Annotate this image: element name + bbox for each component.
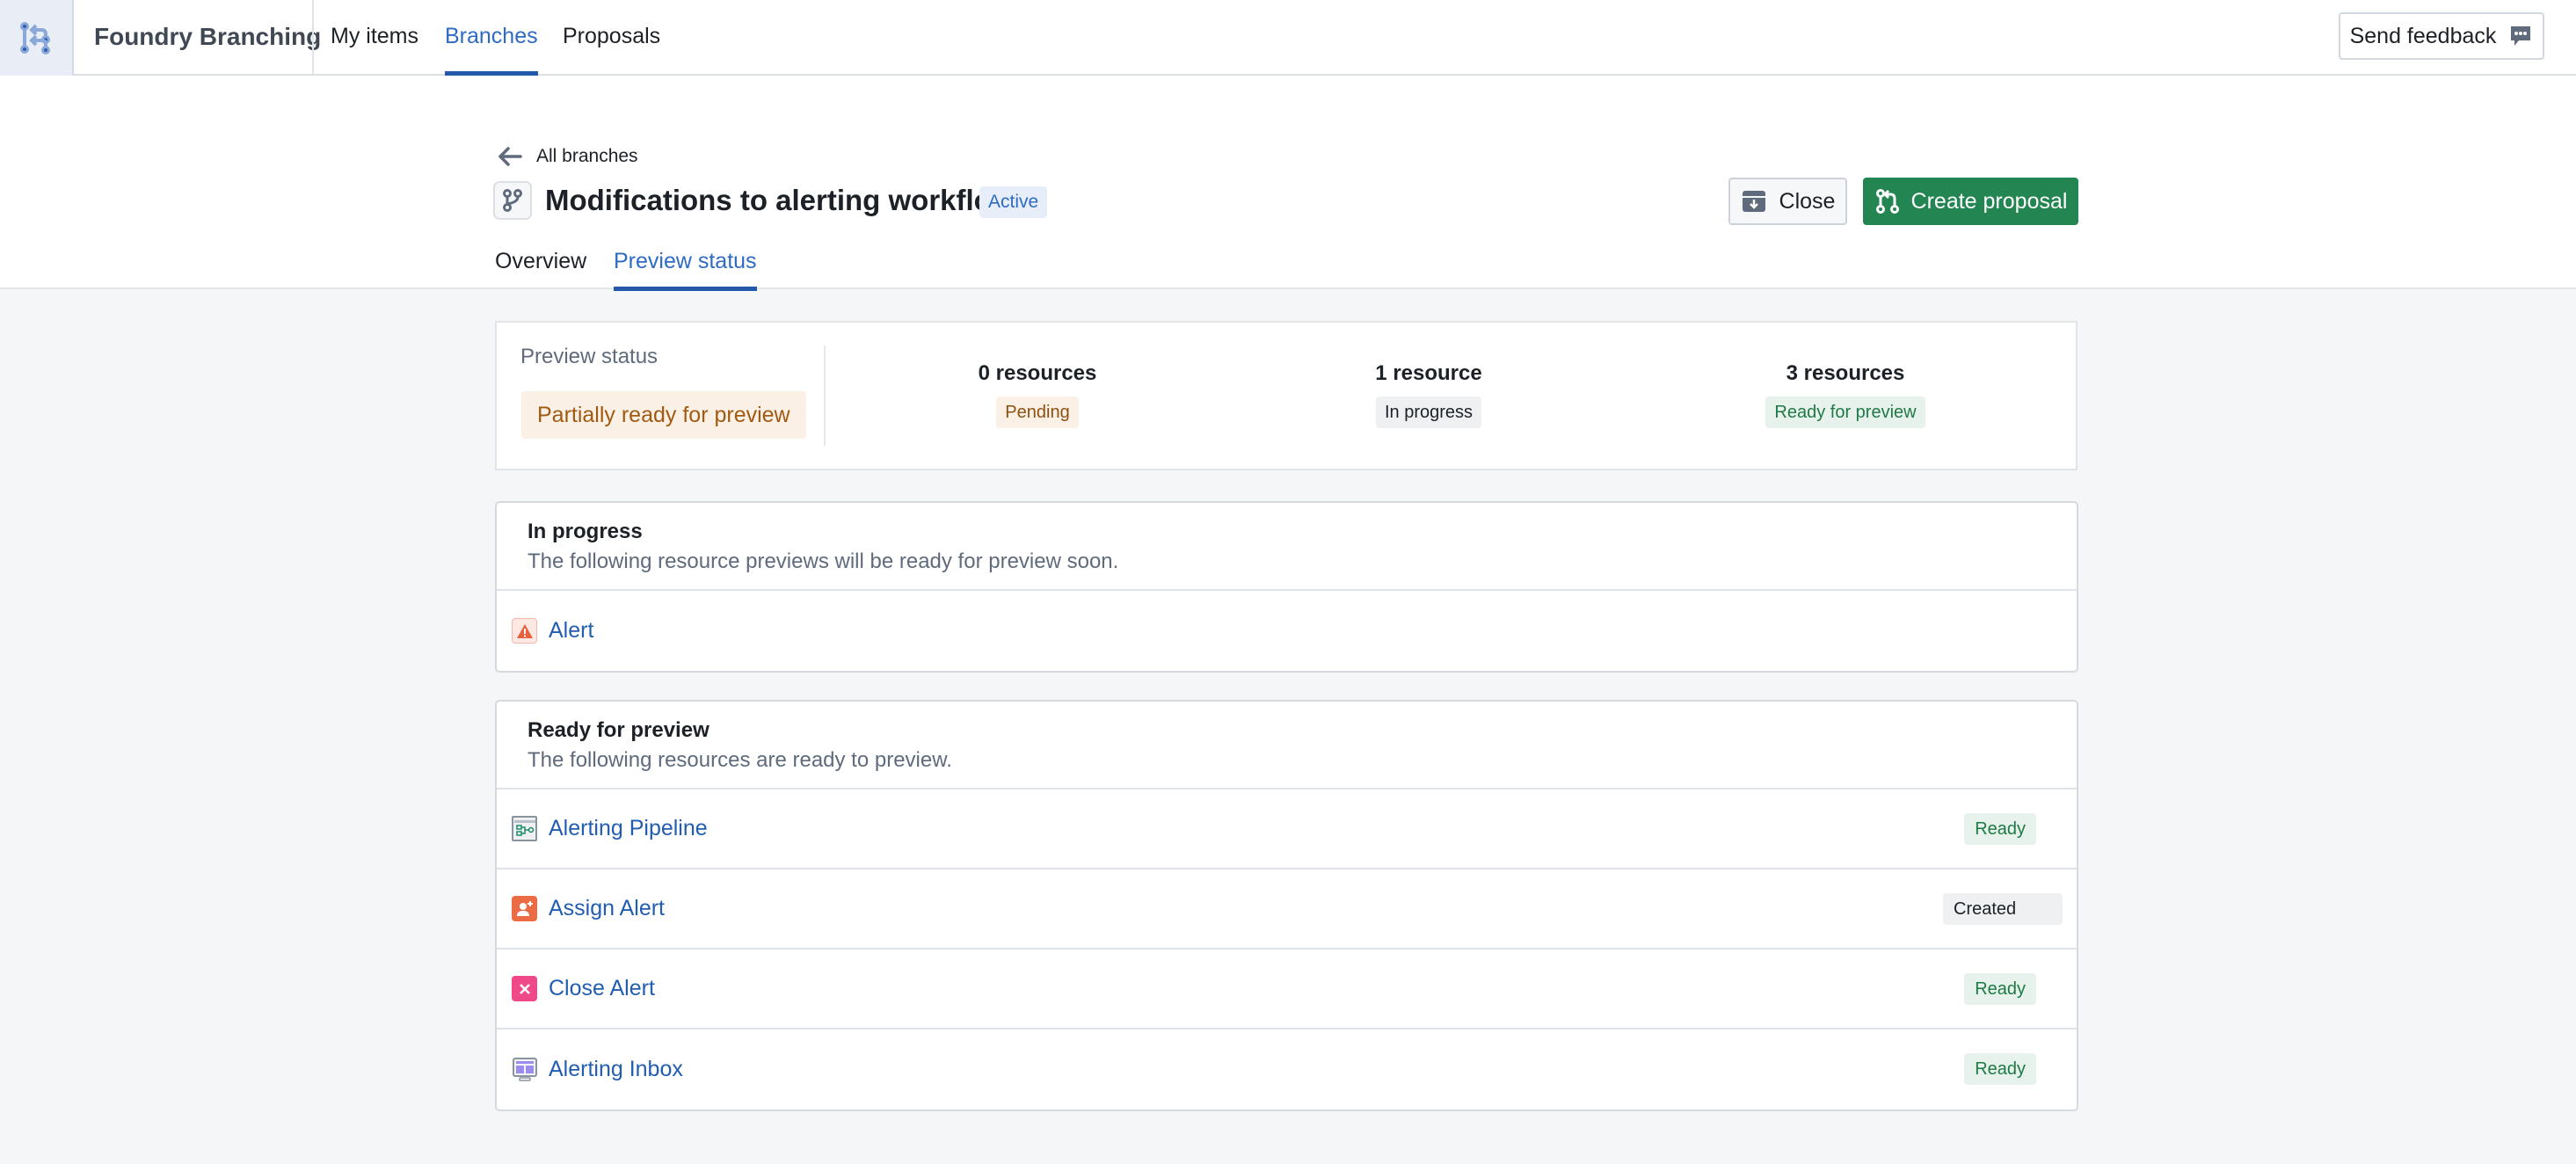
- overall-status-badge: Partially ready for preview: [521, 391, 806, 439]
- git-branch-icon: [503, 189, 522, 212]
- nav-divider: [312, 0, 314, 74]
- app-logo[interactable]: [0, 0, 74, 76]
- resource-status-badge: Ready: [1964, 1053, 2036, 1085]
- resource-link-close-alert[interactable]: Close Alert: [549, 976, 655, 1001]
- in-progress-card: In progress The following resource previ…: [495, 501, 2078, 673]
- resource-row: Alerting Inbox Ready: [497, 1029, 2077, 1109]
- preview-status-summary: Preview status Partially ready for previ…: [495, 321, 2078, 470]
- ready-description: The following resources are ready to pre…: [528, 748, 952, 772]
- stat-count: 3 resources: [1786, 361, 1905, 385]
- send-feedback-button[interactable]: Send feedback: [2339, 12, 2544, 60]
- archive-icon: [1742, 191, 1765, 212]
- ready-header: Ready for preview The following resource…: [497, 702, 2077, 789]
- git-pull-icon: [1875, 189, 1899, 214]
- resource-row: Alert: [497, 591, 2077, 671]
- stat-pending: 0 resources Pending: [862, 360, 1213, 428]
- resource-row: Alerting Pipeline Ready: [497, 789, 2077, 869]
- in-progress-description: The following resource previews will be …: [528, 549, 1119, 573]
- branch-title: Modifications to alerting workflow: [545, 184, 1015, 216]
- preview-status-label: Preview status: [520, 345, 659, 368]
- resource-link-assign-alert[interactable]: Assign Alert: [549, 896, 665, 921]
- resource-link-alert[interactable]: Alert: [549, 618, 593, 644]
- close-branch-button[interactable]: Close: [1728, 178, 1847, 225]
- stat-in-progress: 1 resource In progress: [1253, 360, 1605, 428]
- close-x-icon: [512, 976, 537, 1001]
- ready-title: Ready for preview: [528, 718, 709, 742]
- create-proposal-label: Create proposal: [1910, 188, 2068, 214]
- summary-divider: [824, 346, 826, 446]
- branch-header: All branches Modifications to alerting w…: [0, 76, 2576, 291]
- resource-row: Close Alert Ready: [497, 949, 2077, 1029]
- tab-overview[interactable]: Overview: [495, 239, 586, 289]
- top-nav: Foundry Branching My items Branches Prop…: [0, 0, 2576, 76]
- stat-badge: Ready for preview: [1765, 396, 1925, 428]
- nav-tab-branches[interactable]: Branches: [445, 0, 538, 76]
- ready-card: Ready for preview The following resource…: [495, 700, 2078, 1111]
- stat-count: 1 resource: [1375, 361, 1482, 385]
- assign-user-icon: [512, 896, 537, 921]
- nav-tab-proposals[interactable]: Proposals: [563, 0, 660, 74]
- in-progress-title: In progress: [528, 520, 643, 543]
- resource-status-badge: Ready: [1964, 973, 2036, 1005]
- warning-triangle-icon: [512, 618, 537, 644]
- stat-badge: Pending: [996, 396, 1079, 428]
- app-title: Foundry Branching: [94, 23, 322, 50]
- pipeline-icon: [512, 816, 537, 841]
- send-feedback-label: Send feedback: [2349, 23, 2497, 48]
- stat-badge: In progress: [1375, 396, 1482, 428]
- tab-preview-status[interactable]: Preview status: [614, 239, 757, 291]
- stat-count: 0 resources: [978, 361, 1097, 385]
- resource-link-alerting-inbox[interactable]: Alerting Inbox: [549, 1057, 683, 1082]
- branching-logo-icon: [20, 22, 50, 55]
- all-branches-link[interactable]: All branches: [498, 146, 638, 167]
- resource-status-badge: Created: [1943, 893, 2063, 925]
- resource-status-badge: Ready: [1964, 813, 2036, 845]
- branch-icon-box: [493, 181, 532, 220]
- in-progress-header: In progress The following resource previ…: [497, 503, 2077, 591]
- branch-status-badge: Active: [979, 186, 1048, 218]
- nav-tab-my-items[interactable]: My items: [331, 0, 418, 74]
- workshop-app-icon: [512, 1057, 537, 1082]
- create-proposal-button[interactable]: Create proposal: [1863, 178, 2078, 225]
- all-branches-label: All branches: [536, 146, 638, 166]
- resource-row: Assign Alert Created: [497, 869, 2077, 949]
- close-branch-label: Close: [1779, 188, 1836, 214]
- resource-link-alerting-pipeline[interactable]: Alerting Pipeline: [549, 816, 708, 841]
- arrow-left-icon: [498, 147, 522, 166]
- chat-bubble-icon: [2511, 26, 2531, 46]
- stat-ready: 3 resources Ready for preview: [1670, 360, 2021, 428]
